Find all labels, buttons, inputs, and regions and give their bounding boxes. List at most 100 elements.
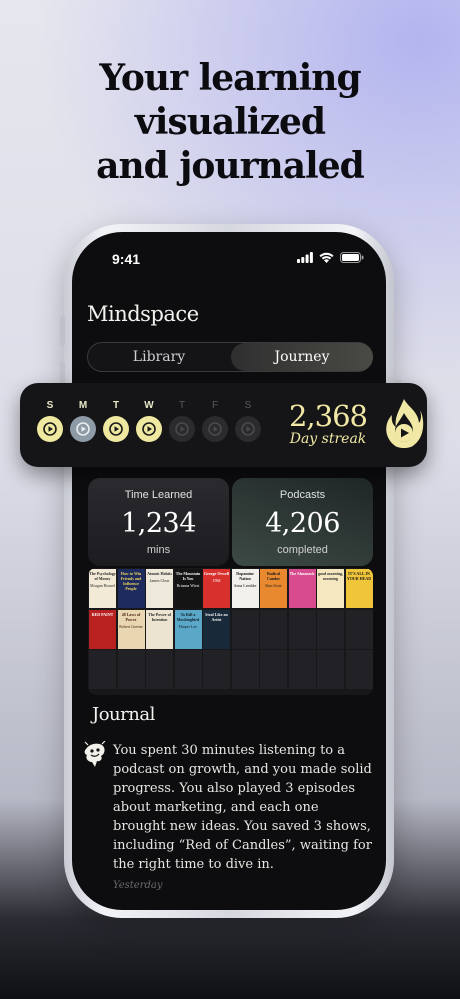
streak-count: 2,368	[288, 399, 368, 433]
book-cover[interactable]: The Power of Intention	[146, 609, 173, 649]
status-icons	[297, 252, 364, 263]
book-title: The Power of Intention	[148, 611, 171, 622]
streak-day-letter: M	[78, 400, 88, 411]
signal-icon	[297, 252, 313, 263]
book-cover[interactable]: good morning, morning	[317, 569, 344, 608]
shelf-slot	[231, 609, 259, 649]
book-author: Anna Lembke	[233, 583, 257, 588]
book-title: IT'S ALL IN YOUR HEAD	[346, 571, 372, 581]
streak-day-play-icon	[70, 416, 96, 442]
shelf-slot	[174, 650, 202, 689]
book-title: 48 Laws of Power	[121, 611, 141, 622]
podcasts-label: Podcasts	[279, 489, 326, 501]
streak-day-play-icon	[169, 416, 195, 442]
book-title: How to Win Friends and Influence People	[120, 571, 142, 591]
phone-side-button	[60, 316, 65, 346]
streak-card[interactable]: 2,368 Day streak S M T W T F S	[20, 383, 427, 467]
book-title: RED PAINT	[91, 611, 114, 617]
headline: Your learning visualized and journaled	[0, 56, 460, 188]
book-title: George Orwell	[203, 571, 230, 576]
streak-day-4: T	[168, 400, 196, 442]
streak-day-0: S	[36, 400, 64, 442]
shelf-slot	[288, 650, 316, 689]
streak-day-letter: T	[112, 400, 120, 411]
streak-day-letter: T	[178, 400, 186, 411]
journal-entry: You spent 30 minutes listening to a podc…	[113, 743, 372, 872]
shelf-slot	[231, 650, 259, 689]
book-title: Steal Like an Artist	[205, 611, 228, 622]
streak-day-letter: S	[46, 400, 54, 411]
book-cover[interactable]: 48 Laws of Power Robert Greene	[117, 609, 145, 649]
battery-icon	[340, 252, 364, 263]
streak-day-letter: W	[144, 400, 154, 411]
shelf-slot	[345, 650, 373, 689]
wifi-icon	[319, 252, 334, 263]
streak-label: Day streak	[289, 431, 367, 447]
book-author: Brianna Wiest	[176, 583, 200, 588]
book-cover[interactable]: Radical Candor Kim Scott	[260, 569, 287, 608]
book-title: Atomic Habits	[147, 571, 172, 576]
book-cover[interactable]: How to Win Friends and Influence People	[117, 569, 145, 608]
time-learned-value: 1,234	[121, 508, 196, 539]
shelf-slot	[317, 650, 344, 689]
book-cover[interactable]: The Almanack	[288, 569, 316, 608]
headline-line-1: Your learning visualized	[99, 57, 361, 143]
status-time: 9:41	[112, 251, 141, 267]
book-cover[interactable]: The Psychology of Money Morgan Housel	[89, 569, 116, 608]
streak-day-letter: S	[244, 400, 252, 411]
book-cover[interactable]: Steal Like an Artist	[203, 609, 230, 649]
book-title: The Mountain Is You	[175, 571, 201, 581]
shelf-slot	[203, 650, 230, 689]
streak-day-play-icon	[235, 416, 261, 442]
time-learned-card[interactable]: Time Learned 1,234 mins	[88, 478, 229, 566]
headline-line-2: and journaled	[96, 145, 365, 187]
view-segmented-control: Library Journey	[87, 342, 373, 372]
podcasts-value: 4,206	[265, 508, 340, 539]
streak-day-6: S	[234, 400, 262, 442]
shelf-slot	[117, 650, 145, 689]
streak-day-2: T	[102, 400, 130, 442]
streak-day-1: M	[69, 400, 97, 442]
book-title: Radical Candor	[266, 571, 281, 581]
book-title: The Psychology of Money	[89, 571, 116, 581]
journal-sketch-icon	[84, 741, 106, 767]
streak-day-play-icon	[103, 416, 129, 442]
streak-day-play-icon	[37, 416, 63, 442]
book-cover[interactable]: Atomic Habits James Clear	[146, 569, 173, 608]
book-author: Robert Greene	[119, 623, 143, 629]
shelf-slot	[317, 609, 344, 649]
journal-title: Journal	[92, 704, 155, 725]
book-author: James Clear	[149, 578, 170, 583]
book-cover[interactable]: IT'S ALL IN YOUR HEAD	[345, 569, 373, 608]
shelf-slot	[345, 609, 373, 649]
podcasts-card[interactable]: Podcasts 4,206 completed	[232, 478, 373, 566]
tab-library[interactable]: Library	[88, 343, 230, 371]
shelf-slot	[146, 650, 173, 689]
book-title: The Almanack	[289, 571, 315, 576]
shelf-slot	[260, 609, 287, 649]
app-title: Mindspace	[87, 302, 199, 326]
streak-day-5: F	[201, 400, 229, 442]
book-title: To Kill a Mockingbird	[176, 611, 200, 622]
tab-journey[interactable]: Journey	[231, 343, 373, 371]
book-author: Harper Lee	[178, 623, 198, 629]
streak-day-3: W	[135, 400, 163, 442]
streak-day-letter: F	[211, 400, 219, 411]
book-cover[interactable]: Dopamine Nation Anna Lembke	[231, 569, 259, 608]
book-author: 1984	[212, 578, 221, 583]
book-cover[interactable]: George Orwell 1984	[203, 569, 230, 608]
journal-date: Yesterday	[113, 880, 163, 891]
book-shelf: The Psychology of Money Morgan Housel How …	[88, 568, 373, 695]
book-cover[interactable]: The Mountain Is You Brianna Wiest	[174, 569, 202, 608]
flame-play-icon	[386, 399, 424, 448]
book-author: Morgan Housel	[90, 583, 115, 588]
time-learned-label: Time Learned	[124, 489, 193, 501]
book-title: good morning, morning	[318, 571, 343, 581]
book-cover[interactable]: To Kill a Mockingbird Harper Lee	[174, 609, 202, 649]
book-author: Kim Scott	[265, 583, 282, 588]
shelf-slot	[288, 609, 316, 649]
book-cover[interactable]: RED PAINT	[89, 609, 116, 649]
shelf-slot	[89, 650, 116, 689]
streak-day-play-icon	[202, 416, 228, 442]
streak-day-play-icon	[136, 416, 162, 442]
